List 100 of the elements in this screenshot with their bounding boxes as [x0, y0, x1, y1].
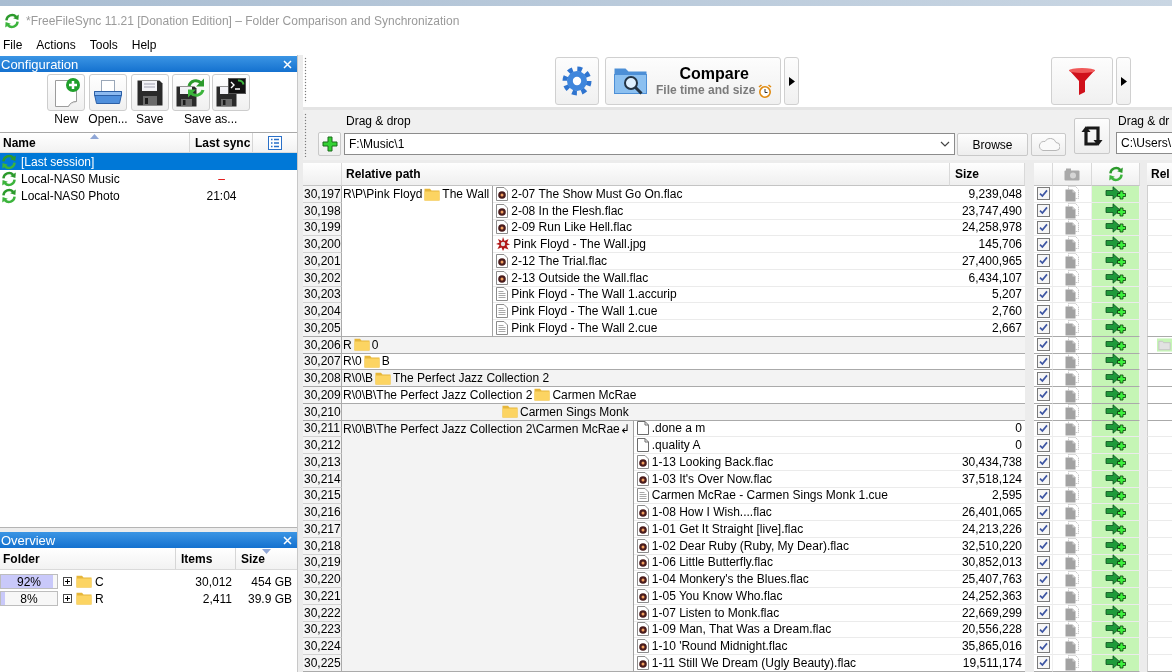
open-button[interactable]: [89, 74, 127, 111]
checkbox[interactable]: [1036, 237, 1050, 251]
checkbox[interactable]: [1036, 271, 1050, 285]
checkbox[interactable]: [1036, 488, 1050, 502]
checkbox[interactable]: [1036, 287, 1050, 301]
checkbox[interactable]: [1036, 455, 1050, 469]
column-header[interactable]: Rel: [1147, 163, 1172, 186]
arrow-plus-icon[interactable]: [1105, 554, 1126, 571]
browse-button[interactable]: Browse: [957, 133, 1028, 156]
arrow-plus-icon[interactable]: [1105, 638, 1126, 655]
checkbox[interactable]: [1036, 539, 1050, 553]
checkbox[interactable]: [1036, 656, 1050, 670]
checkbox[interactable]: [1036, 204, 1050, 218]
column-header[interactable]: Last sync: [190, 133, 253, 152]
button-caption: Save: [136, 112, 164, 127]
arrow-plus-icon[interactable]: [1105, 252, 1126, 269]
checkbox[interactable]: [1036, 421, 1050, 435]
column-list-icon[interactable]: [268, 135, 282, 150]
checkbox[interactable]: [1036, 338, 1050, 352]
arrow-plus-icon[interactable]: [1105, 185, 1126, 202]
checkbox[interactable]: [1036, 572, 1050, 586]
arrow-plus-icon[interactable]: [1105, 520, 1126, 537]
filter-button[interactable]: [1051, 57, 1113, 105]
arrow-plus-icon[interactable]: [1105, 453, 1126, 470]
arrow-plus-icon[interactable]: [1105, 286, 1126, 303]
arrow-plus-icon[interactable]: [1105, 353, 1126, 370]
arrow-plus-icon[interactable]: [1105, 403, 1126, 420]
arrow-plus-icon[interactable]: [1105, 604, 1126, 621]
save-as-batch-button[interactable]: [211, 74, 250, 111]
arrow-plus-icon[interactable]: [1105, 303, 1126, 320]
config-list-item[interactable]: Local-NAS0 Music –: [0, 170, 297, 187]
column-header[interactable]: Size: [236, 548, 297, 569]
arrow-plus-icon[interactable]: [1105, 504, 1126, 521]
arrow-plus-icon[interactable]: [1105, 202, 1126, 219]
checkbox[interactable]: [1036, 639, 1050, 653]
checkbox[interactable]: [1036, 438, 1050, 452]
checkbox[interactable]: [1036, 472, 1050, 486]
checkbox[interactable]: [1036, 354, 1050, 368]
compare-options-button[interactable]: [784, 57, 799, 105]
checkbox[interactable]: [1036, 388, 1050, 402]
arrow-plus-icon[interactable]: [1105, 571, 1126, 588]
arrow-plus-icon[interactable]: [1105, 420, 1126, 437]
column-header[interactable]: Size: [950, 163, 1025, 186]
checkbox[interactable]: [1036, 371, 1050, 385]
checkbox[interactable]: [1036, 220, 1050, 234]
arrow-plus-icon[interactable]: [1105, 219, 1126, 236]
toolbar-grip[interactable]: [304, 113, 307, 157]
column-header[interactable]: Relative path: [342, 163, 950, 186]
config-list-item[interactable]: [Last session]: [0, 153, 297, 170]
checkbox[interactable]: [1036, 555, 1050, 569]
expand-icon[interactable]: [63, 577, 72, 586]
menu-item[interactable]: Help: [128, 36, 161, 54]
config-list-item[interactable]: Local-NAS0 Photo 21:04: [0, 187, 297, 204]
column-header[interactable]: Items: [176, 548, 236, 569]
close-icon[interactable]: [283, 535, 292, 545]
close-icon[interactable]: [283, 59, 292, 69]
settings-button[interactable]: [555, 57, 599, 105]
toolbar-grip[interactable]: [304, 57, 307, 103]
expand-icon[interactable]: [63, 594, 72, 603]
row-number: 30,205: [303, 320, 342, 337]
arrow-plus-icon[interactable]: [1105, 537, 1126, 554]
checkbox[interactable]: [1036, 622, 1050, 636]
chevron-down-icon[interactable]: [940, 141, 950, 147]
arrow-plus-icon[interactable]: [1105, 370, 1126, 387]
save-button[interactable]: [130, 74, 169, 111]
swap-sides-button[interactable]: [1074, 118, 1110, 154]
compare-button[interactable]: Compare File time and size: [605, 57, 781, 105]
checkbox[interactable]: [1036, 505, 1050, 519]
arrow-plus-icon[interactable]: [1105, 437, 1126, 454]
arrow-plus-icon[interactable]: [1105, 587, 1126, 604]
checkbox[interactable]: [1036, 304, 1050, 318]
folder-path-field[interactable]: C:\Users\: [1116, 132, 1172, 154]
checkbox[interactable]: [1036, 254, 1050, 268]
arrow-plus-icon[interactable]: [1105, 487, 1126, 504]
arrow-plus-icon[interactable]: [1105, 621, 1126, 638]
arrow-plus-icon[interactable]: [1105, 336, 1126, 353]
save-as-button[interactable]: [171, 74, 210, 111]
checkbox[interactable]: [1036, 321, 1050, 335]
file-name: 1-11 Still We Dream (Ugly Beauty).flac: [651, 655, 857, 670]
menu-item[interactable]: Actions: [33, 36, 80, 54]
arrow-plus-icon[interactable]: [1105, 470, 1126, 487]
checkbox[interactable]: [1036, 405, 1050, 419]
column-header[interactable]: Name: [0, 133, 190, 152]
arrow-plus-icon[interactable]: [1105, 319, 1126, 336]
arrow-plus-icon[interactable]: [1105, 236, 1126, 253]
filter-options-button[interactable]: [1116, 57, 1131, 105]
add-folder-pair-button[interactable]: [318, 132, 341, 156]
arrow-plus-icon[interactable]: [1105, 654, 1126, 671]
column-header[interactable]: Folder: [0, 548, 176, 569]
arrow-plus-icon[interactable]: [1105, 269, 1126, 286]
checkbox[interactable]: [1036, 589, 1050, 603]
checkbox[interactable]: [1036, 606, 1050, 620]
arrow-plus-icon[interactable]: [1105, 386, 1126, 403]
folder-path-field[interactable]: F:\Music\1: [344, 133, 955, 155]
checkbox[interactable]: [1036, 522, 1050, 536]
new-button[interactable]: [47, 74, 86, 111]
folder-icon: [363, 354, 380, 368]
menu-item[interactable]: File: [0, 36, 27, 54]
checkbox[interactable]: [1036, 187, 1050, 201]
menu-item[interactable]: Tools: [86, 36, 122, 54]
